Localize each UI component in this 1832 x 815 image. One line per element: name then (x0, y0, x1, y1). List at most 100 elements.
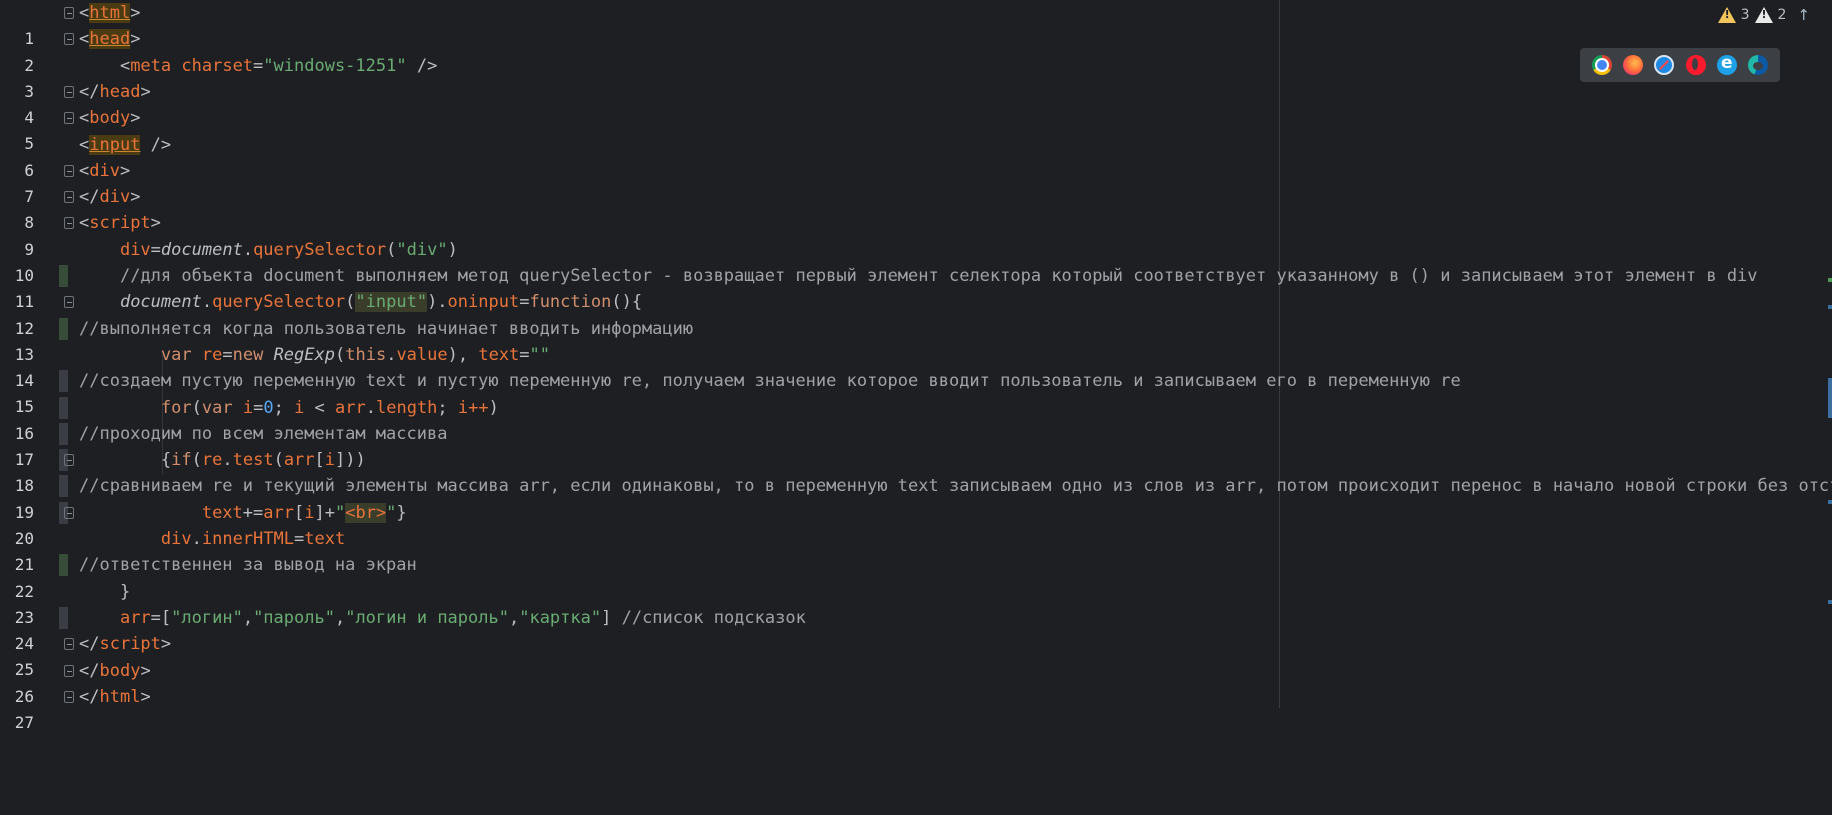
code-line-17[interactable]: 17 //проходим по всем элементам массива (0, 421, 1832, 469)
edge-icon[interactable] (1748, 55, 1769, 75)
head-close-tag: head (99, 81, 141, 102)
code-line-20[interactable]: 20 text+=arr[i]+"<br>"} (0, 500, 1832, 548)
fold-icon[interactable] (64, 454, 74, 467)
code-line-5[interactable]: 5 <body> (0, 105, 1832, 153)
keyword: var (160, 344, 192, 365)
fold-icon[interactable] (64, 296, 74, 309)
identifier: i (242, 397, 254, 418)
code-line-6[interactable]: 6 <input /> (0, 132, 1832, 180)
br-tag: <br> (345, 502, 387, 523)
code-line-11[interactable]: 11 //для объекта document выполняем мето… (0, 263, 1832, 311)
fold-icon[interactable] (64, 7, 74, 19)
code-line-25[interactable]: 25 </script> (0, 631, 1832, 679)
scroll-marker (1828, 305, 1832, 309)
opera-icon[interactable] (1685, 55, 1706, 75)
scroll-marker (1828, 378, 1832, 418)
code-line-1[interactable]: 1 <html> (0, 0, 1832, 48)
chrome-icon[interactable] (1591, 55, 1612, 75)
ie-icon[interactable] (1716, 53, 1737, 75)
number: 0 (263, 397, 274, 418)
keyword: function (529, 292, 612, 313)
code-line-14[interactable]: 14 var re=new RegExp(this.value), text="… (0, 342, 1832, 390)
property: length (376, 397, 438, 418)
code-line-23[interactable]: 23 } (0, 579, 1832, 627)
fold-icon[interactable] (64, 506, 74, 519)
identifier: text (304, 529, 346, 549)
string: "логин и пароль" (345, 607, 509, 628)
fold-icon[interactable] (64, 85, 74, 98)
code-line-10[interactable]: 10 div=document.querySelector("div") (0, 237, 1832, 285)
code-line-9[interactable]: 9 <script> (0, 210, 1832, 258)
code-line-4[interactable]: 4 </head> (0, 79, 1832, 127)
warnings-count: 3 (1740, 7, 1750, 23)
keyword: new (232, 344, 264, 365)
meta-tag: meta (130, 55, 172, 76)
code-line-15[interactable]: 15 //создаем пустую переменную text и пу… (0, 368, 1832, 416)
property: oninput (447, 292, 520, 313)
string: "пароль" (253, 607, 335, 628)
code-line-19[interactable]: 19 //сравниваем re и текущий элементы ма… (0, 473, 1832, 522)
inspections-widget[interactable]: 3 2 ↑ (1717, 5, 1810, 25)
identifier: arr (119, 607, 151, 628)
head-tag: head (89, 29, 131, 50)
firefox-icon[interactable] (1622, 55, 1643, 75)
fold-icon[interactable] (64, 33, 74, 46)
line-number: 27 (14, 713, 34, 733)
identifier: re (201, 450, 223, 471)
code-line-22[interactable]: 22 //ответственнен за вывод на экран (0, 552, 1832, 601)
change-marker (59, 317, 68, 340)
code-line-2[interactable]: 2 <head> (0, 26, 1832, 75)
fold-icon[interactable] (64, 690, 74, 703)
brace: } (119, 581, 131, 602)
arrow-up-icon[interactable]: ↑ (1797, 6, 1810, 24)
identifier: i++ (457, 397, 489, 418)
identifier: text (201, 502, 243, 523)
safari-icon[interactable] (1654, 55, 1675, 75)
keyword: if (171, 450, 192, 471)
change-marker (59, 265, 68, 287)
identifier: re (201, 344, 223, 365)
comment: //выполняется когда пользователь начинае… (79, 318, 694, 339)
scroll-marker (1828, 278, 1832, 282)
code-line-16[interactable]: 16 for(var i=0; i < arr.length; i++) (0, 395, 1832, 443)
method: test (232, 450, 274, 471)
code-line-18[interactable]: 18 {if(re.test(arr[i])) (0, 447, 1832, 495)
body-close-tag: body (99, 660, 141, 681)
code-line-21[interactable]: 21 div.innerHTML=text (0, 526, 1832, 574)
fold-icon[interactable] (64, 664, 74, 677)
code-line-7[interactable]: 7 <div> (0, 158, 1832, 206)
fold-icon[interactable] (64, 638, 74, 651)
change-marker (59, 422, 68, 445)
change-marker (59, 475, 68, 498)
property: value (396, 344, 448, 365)
identifier: document (119, 292, 202, 313)
code-line-13[interactable]: 13 //выполняется когда пользователь начи… (0, 316, 1832, 364)
change-marker (59, 396, 68, 419)
fold-icon[interactable] (64, 191, 74, 204)
code-line-24[interactable]: 24 arr=["логин","пароль","логин и пароль… (0, 605, 1832, 653)
fold-icon[interactable] (64, 164, 74, 177)
code-line-27[interactable]: 27 </html> (0, 684, 1832, 732)
html-close-tag: html (99, 686, 141, 707)
fold-icon[interactable] (64, 217, 74, 230)
code-line-8[interactable]: 8 </div> (0, 184, 1832, 232)
comment: //проходим по всем элементам массива (79, 423, 448, 444)
fold-icon[interactable] (64, 112, 74, 125)
charset-value: "windows-1251" (263, 55, 407, 76)
code-line-26[interactable]: 26 </body> (0, 658, 1832, 706)
identifier: div (160, 529, 192, 549)
keyword: this (345, 344, 387, 365)
body-tag: body (89, 108, 131, 129)
comment: //создаем пустую переменную text и пусту… (79, 371, 1461, 392)
string: " (334, 502, 346, 523)
code-line-3[interactable]: 3 <meta charset="windows-1251" /> (0, 53, 1832, 101)
weak-warning-icon (1754, 7, 1773, 23)
string: " (386, 502, 397, 523)
string: "div" (396, 239, 448, 260)
code-line-12[interactable]: 12 document.querySelector("input").oninp… (0, 289, 1832, 338)
div-close-tag: div (99, 187, 131, 208)
browser-preview-toolbar (1580, 48, 1780, 82)
comment: //сравниваем re и текущий элементы масси… (79, 476, 1832, 497)
script-close-tag: script (99, 634, 161, 655)
code-editor[interactable]: 1 <html> 2 <head> 3 <meta charset="windo… (0, 0, 1832, 732)
